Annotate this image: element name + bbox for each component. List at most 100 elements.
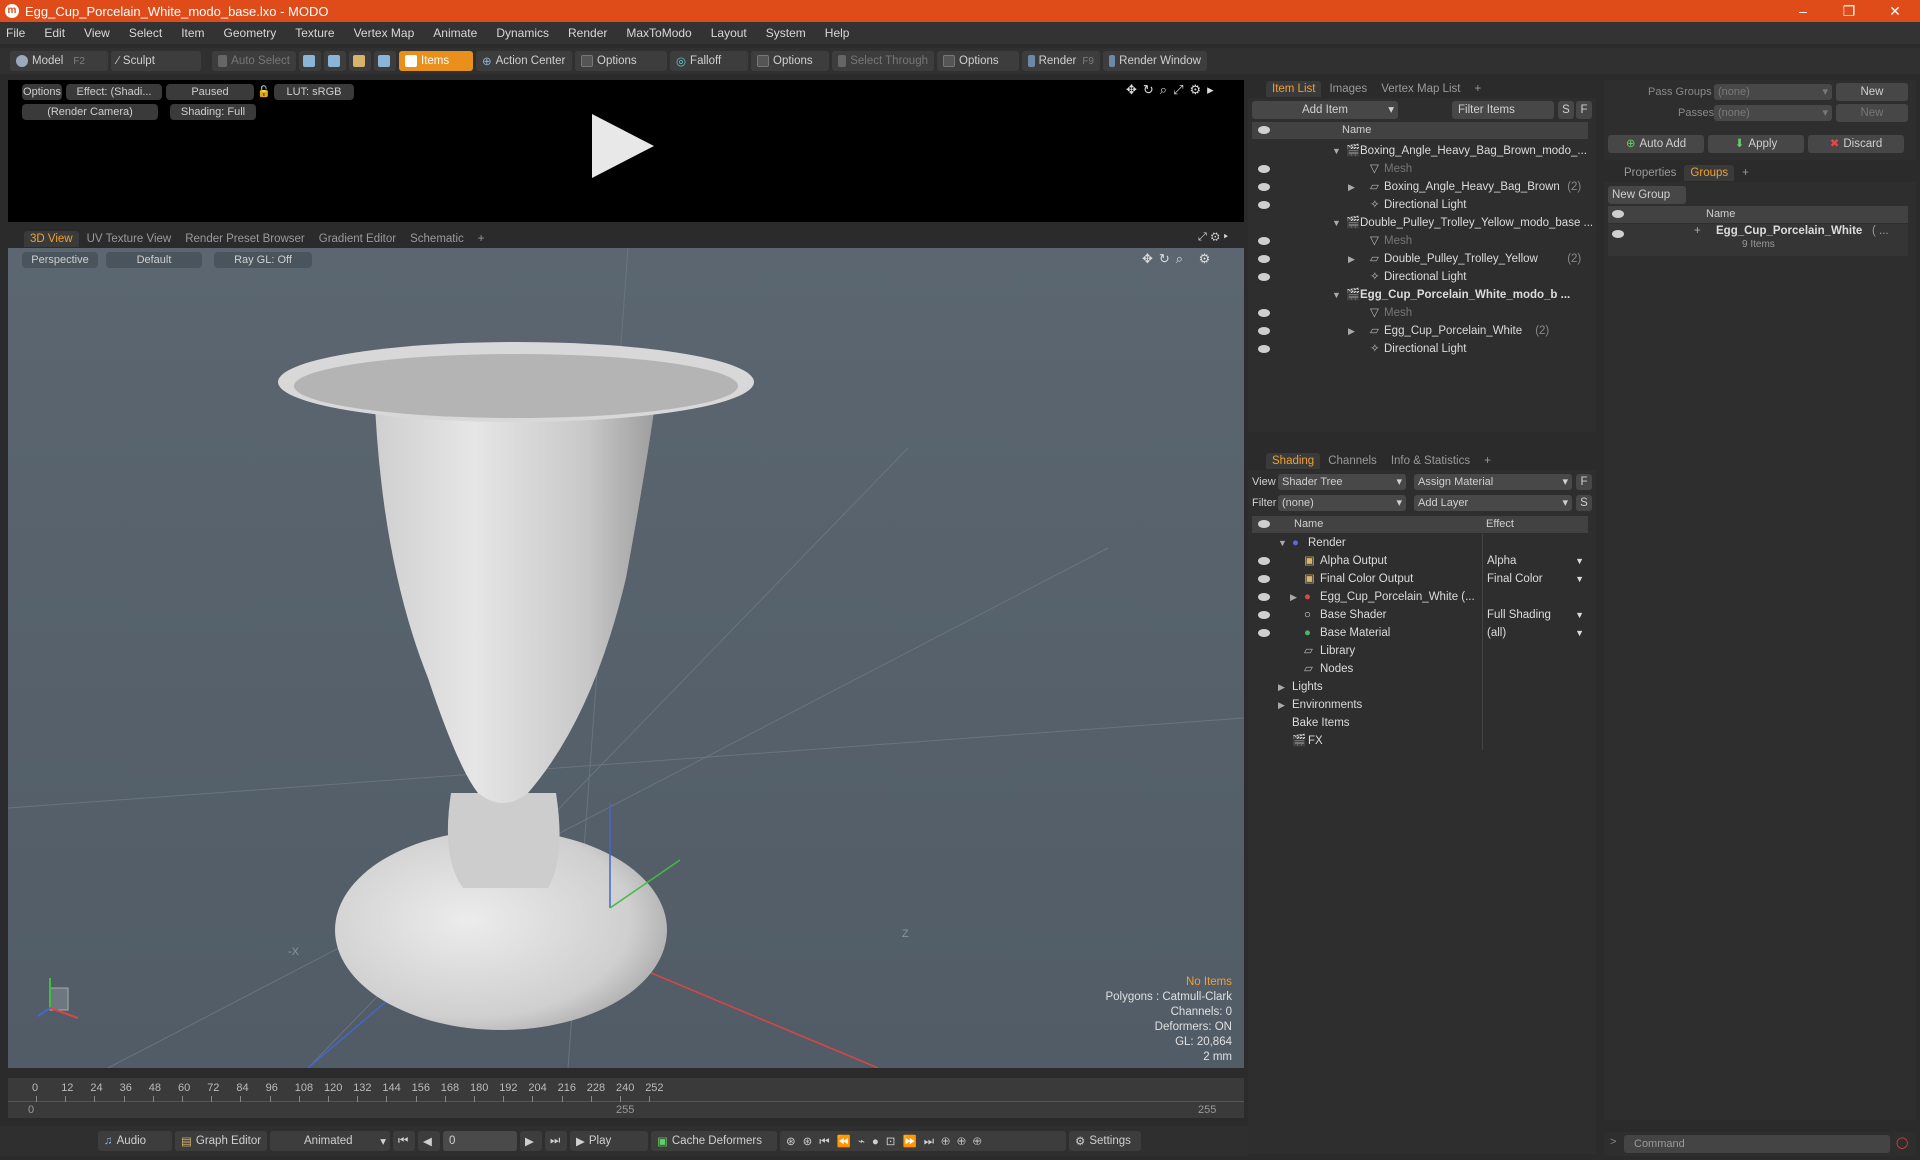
play-icon[interactable] <box>592 114 654 178</box>
item-list-row[interactable]: ▼ 🎬 Double_Pulley_Trolley_Yellow_modo_base… <box>1252 214 1593 232</box>
tab-render-preset-browser[interactable]: Render Preset Browser <box>179 231 311 247</box>
tab-properties[interactable]: Properties <box>1618 165 1682 181</box>
visibility-icon[interactable] <box>1258 345 1270 353</box>
menu-edit[interactable]: Edit <box>44 26 65 40</box>
expand-arrow-icon[interactable]: ▶ <box>1278 678 1285 696</box>
item-list-row[interactable]: ▼ 🎬 Egg_Cup_Porcelain_White_modo_b ... <box>1252 286 1588 304</box>
preview-nav-icons[interactable]: ✥↻⌕⤢⚙▸ <box>1126 82 1220 98</box>
collapse-arrow-icon[interactable]: ▼ <box>1332 214 1341 232</box>
pass-groups-dropdown[interactable]: (none) <box>1714 84 1832 100</box>
paused-toggle[interactable]: Paused <box>166 84 254 100</box>
menu-vertex-map[interactable]: Vertex Map <box>354 26 415 40</box>
collapse-arrow-icon[interactable]: ▼ <box>1332 142 1341 160</box>
view-dropdown[interactable]: Shader Tree <box>1278 474 1406 490</box>
tab-schematic[interactable]: Schematic <box>404 231 470 247</box>
visibility-icon[interactable] <box>1258 327 1270 335</box>
render-window-button[interactable]: Render Window <box>1103 51 1207 71</box>
tab-groups[interactable]: Groups <box>1684 165 1735 181</box>
select-through-button[interactable]: Select Through <box>832 51 934 71</box>
visibility-icon[interactable] <box>1258 309 1270 317</box>
apply-button[interactable]: ⬇ Apply <box>1708 135 1804 153</box>
tab-shading[interactable]: Shading <box>1266 453 1321 469</box>
lock-icon[interactable]: 🔓 <box>256 84 272 100</box>
new-pass-button[interactable]: New <box>1836 104 1908 122</box>
select-through-options-button[interactable]: Options <box>937 51 1019 71</box>
visibility-icon[interactable] <box>1258 593 1270 601</box>
collapse-arrow-icon[interactable]: ▼ <box>1332 286 1341 304</box>
audio-button[interactable]: ♫ Audio <box>98 1131 172 1151</box>
visibility-icon[interactable] <box>1258 183 1270 191</box>
visibility-icon[interactable] <box>1258 273 1270 281</box>
new-pass-group-button[interactable]: New <box>1836 83 1908 101</box>
menu-render[interactable]: Render <box>568 26 607 40</box>
menu-system[interactable]: System <box>766 26 806 40</box>
visibility-icon[interactable] <box>1258 201 1270 209</box>
tab-channels[interactable]: Channels <box>1322 453 1383 469</box>
graph-editor-button[interactable]: ▤ Graph Editor <box>175 1131 267 1151</box>
expand-arrow-icon[interactable]: ▶ <box>1348 178 1355 196</box>
new-group-button[interactable]: New Group <box>1608 186 1686 204</box>
shading-dropdown[interactable]: Shading: Full <box>170 104 256 120</box>
assign-material-button[interactable]: Assign Material <box>1414 474 1572 490</box>
shader-tree-row[interactable]: ▣ Final Color Output Final Color ▼ <box>1252 570 1588 588</box>
preview-options-button[interactable]: Options <box>22 84 62 100</box>
shading-s-button[interactable]: S <box>1576 495 1592 511</box>
play-button[interactable]: ▶ Play <box>570 1131 648 1151</box>
shader-tree-row[interactable]: 🎬 FX <box>1252 732 1588 750</box>
expand-arrow-icon[interactable]: ▶ <box>1278 696 1285 714</box>
vertices-mode-button[interactable] <box>299 51 321 71</box>
item-list-row[interactable]: ▶ ▱ Egg_Cup_Porcelain_White (2) <box>1252 322 1588 340</box>
item-list-row[interactable]: ▽ Mesh <box>1252 304 1588 322</box>
tab-item-list[interactable]: Item List <box>1266 81 1322 97</box>
add-tab-button[interactable]: + <box>1736 165 1755 181</box>
visibility-icon[interactable] <box>1258 237 1270 245</box>
item-list-row[interactable]: ▶ ▱ Boxing_Angle_Heavy_Bag_Brown (2) <box>1252 178 1588 196</box>
group-row[interactable]: + Egg_Cup_Porcelain_White ( ... 9 Items <box>1608 224 1908 256</box>
tab-info-statistics[interactable]: Info & Statistics <box>1385 453 1476 469</box>
menu-geometry[interactable]: Geometry <box>224 26 277 40</box>
shader-tree-row[interactable]: ▣ Alpha Output Alpha ▼ <box>1252 552 1588 570</box>
menu-animate[interactable]: Animate <box>433 26 477 40</box>
menu-texture[interactable]: Texture <box>295 26 334 40</box>
shader-tree-row[interactable]: ▶ Lights <box>1252 678 1588 696</box>
menu-help[interactable]: Help <box>825 26 850 40</box>
effect-cell[interactable]: Alpha ▼ <box>1482 552 1588 570</box>
go-start-button[interactable]: ⏮ <box>393 1131 415 1151</box>
action-center-options-button[interactable]: Options <box>575 51 667 71</box>
effect-cell[interactable]: Final Color ▼ <box>1482 570 1588 588</box>
shader-tree-row[interactable]: ▱ Nodes <box>1252 660 1588 678</box>
chevron-down-icon[interactable]: ▼ <box>1575 570 1584 588</box>
settings-button[interactable]: ⚙ Settings <box>1069 1131 1141 1151</box>
falloff-button[interactable]: ◎ Falloff <box>670 51 748 71</box>
items-mode-button[interactable]: Items <box>399 51 473 71</box>
item-list-row[interactable]: ▶ ▱ Double_Pulley_Trolley_Yellow (2) <box>1252 250 1588 268</box>
edges-mode-button[interactable] <box>324 51 346 71</box>
shader-tree-row[interactable]: ○ Base Shader Full Shading ▼ <box>1252 606 1588 624</box>
tab-gradient-editor[interactable]: Gradient Editor <box>313 231 402 247</box>
go-end-button[interactable]: ⏭ <box>545 1131 567 1151</box>
tab-3d-view[interactable]: 3D View <box>24 231 79 247</box>
filter-dropdown[interactable]: (none) <box>1278 495 1406 511</box>
menu-view[interactable]: View <box>84 26 110 40</box>
menu-select[interactable]: Select <box>129 26 162 40</box>
tab-images[interactable]: Images <box>1323 81 1373 97</box>
default-dropdown[interactable]: Default <box>106 252 202 268</box>
next-frame-button[interactable]: ▶ <box>520 1131 542 1151</box>
item-list-row[interactable]: ▽ Mesh <box>1252 160 1588 178</box>
add-tab-button[interactable]: + <box>472 231 491 247</box>
filter-items-input[interactable]: Filter Items <box>1452 101 1554 119</box>
add-tab-button[interactable]: + <box>1468 81 1487 97</box>
camera-dropdown[interactable]: (Render Camera) <box>22 104 158 120</box>
menu-item[interactable]: Item <box>181 26 204 40</box>
frame-field[interactable]: 0 <box>443 1131 517 1151</box>
shader-tree-row[interactable]: ▶ ● Egg_Cup_Porcelain_White (... <box>1252 588 1588 606</box>
lut-dropdown[interactable]: LUT: sRGB <box>274 84 354 100</box>
visibility-icon[interactable] <box>1258 611 1270 619</box>
menu-file[interactable]: File <box>6 26 25 40</box>
menu-layout[interactable]: Layout <box>711 26 747 40</box>
viewport-nav-icons[interactable]: ✥↻⌕ ⚙ <box>1142 251 1216 267</box>
minimize-button[interactable]: – <box>1780 0 1826 22</box>
discard-button[interactable]: ✖ Discard <box>1808 135 1904 153</box>
add-layer-dropdown[interactable]: Add Layer <box>1414 495 1572 511</box>
key-tools-icons[interactable]: ⊛⊛⏮⏪⌁●⊡⏩⏭⊕⊕⊕ <box>780 1131 1066 1151</box>
